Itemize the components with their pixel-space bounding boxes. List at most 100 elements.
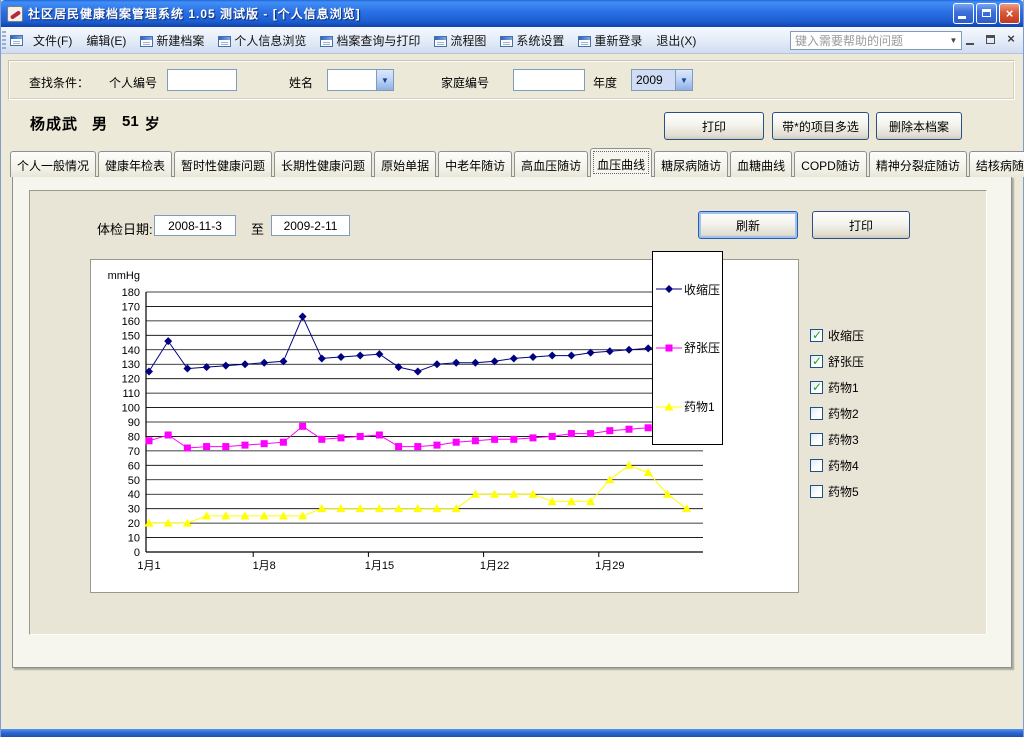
multi-select-button[interactable]: 带*的项目多选	[772, 112, 869, 140]
svg-text:1月15: 1月15	[365, 560, 394, 572]
help-search-combo[interactable]: 键入需要帮助的问题 ▼	[790, 31, 962, 50]
restore-button[interactable]	[976, 3, 997, 24]
tab-11[interactable]: 精神分裂症随访	[869, 151, 967, 177]
checkbox-checked-icon[interactable]: ✓	[810, 329, 823, 342]
menu-item-8[interactable]: 退出(X)	[649, 28, 703, 53]
tab-2[interactable]: 暂时性健康问题	[174, 151, 272, 177]
delete-record-button[interactable]: 删除本档案	[876, 112, 962, 140]
family-id-label: 家庭编号	[441, 74, 489, 91]
tab-10[interactable]: COPD随访	[794, 151, 867, 177]
menu-item-2[interactable]: 新建档案	[133, 28, 211, 53]
chevron-down-icon[interactable]: ▼	[675, 70, 692, 90]
svg-text:140: 140	[122, 345, 140, 357]
tab-6[interactable]: 高血压随访	[514, 151, 588, 177]
name-combobox[interactable]: ▼	[327, 69, 394, 91]
minimize-button[interactable]	[953, 3, 974, 24]
patient-name: 杨成武	[30, 113, 78, 134]
series-checkbox-label: 药物5	[828, 483, 859, 500]
checkbox-checked-icon[interactable]: ✓	[810, 355, 823, 368]
series-checkbox-row-0[interactable]: ✓ 收缩压	[810, 327, 864, 343]
svg-text:60: 60	[128, 460, 140, 472]
svg-text:110: 110	[122, 388, 140, 400]
series-checkbox-row-2[interactable]: ✓ 药物1	[810, 379, 859, 395]
chevron-down-icon[interactable]: ▼	[946, 32, 961, 49]
window-bottom-border	[0, 729, 1024, 737]
form-icon	[218, 36, 231, 47]
series-checkbox-row-6[interactable]: 药物5	[810, 483, 859, 499]
form-icon	[500, 36, 513, 47]
series-checkbox-label: 药物1	[828, 379, 859, 396]
series-checkbox-row-1[interactable]: ✓ 舒张压	[810, 353, 864, 369]
series-checkbox-label: 药物4	[828, 457, 859, 474]
legend-label: 舒张压	[684, 339, 720, 356]
checkbox-unchecked-icon[interactable]	[810, 459, 823, 472]
checkbox-unchecked-icon[interactable]	[810, 433, 823, 446]
series-checkbox-row-4[interactable]: 药物3	[810, 431, 859, 447]
svg-text:120: 120	[122, 374, 140, 386]
checkbox-checked-icon[interactable]: ✓	[810, 381, 823, 394]
series-checkbox-label: 药物2	[828, 405, 859, 422]
help-search-placeholder: 键入需要帮助的问题	[791, 32, 946, 49]
app-icon	[7, 6, 23, 22]
form-icon	[434, 36, 447, 47]
menu-item-1[interactable]: 编辑(E)	[79, 28, 133, 53]
year-combobox-value: 2009	[632, 70, 675, 90]
menu-item-4[interactable]: 档案查询与打印	[313, 28, 427, 53]
svg-text:90: 90	[128, 417, 140, 429]
tab-8[interactable]: 糖尿病随访	[654, 151, 728, 177]
series-checkbox-row-3[interactable]: 药物2	[810, 405, 859, 421]
title-bar: 社区居民健康档案管理系统 1.05 测试版 - [个人信息浏览] ×	[0, 0, 1024, 27]
person-id-input[interactable]	[167, 69, 237, 91]
mdi-restore-icon	[986, 35, 995, 44]
tab-7[interactable]: 血压曲线	[590, 148, 652, 177]
tab-9[interactable]: 血糖曲线	[730, 151, 792, 177]
tab-0[interactable]: 个人一般情况	[10, 151, 96, 177]
check-icon: ✓	[812, 328, 822, 342]
chart-print-button[interactable]: 打印	[812, 211, 910, 239]
date-from-input[interactable]	[154, 215, 236, 236]
menu-item-5[interactable]: 流程图	[427, 28, 493, 53]
patient-age: 51	[122, 113, 139, 134]
print-button[interactable]: 打印	[664, 112, 764, 140]
menu-items: 文件(F)编辑(E)新建档案个人信息浏览档案查询与打印流程图系统设置重新登录退出…	[26, 28, 703, 53]
series-checkbox-row-5[interactable]: 药物4	[810, 457, 859, 473]
toolbar-grip	[2, 31, 6, 50]
diamond-marker-icon	[656, 284, 682, 294]
checkbox-unchecked-icon[interactable]	[810, 407, 823, 420]
series-checkbox-label: 舒张压	[828, 353, 864, 370]
legend-label: 药物1	[684, 398, 715, 415]
series-checkbox-label: 收缩压	[828, 327, 864, 344]
mdi-restore-button[interactable]	[984, 33, 998, 47]
tab-1[interactable]: 健康年检表	[98, 151, 172, 177]
svg-text:180: 180	[122, 287, 140, 299]
menu-item-3[interactable]: 个人信息浏览	[211, 28, 313, 53]
legend-label: 收缩压	[684, 281, 720, 298]
svg-text:170: 170	[122, 301, 140, 313]
patient-info: 杨成武 男 51 岁	[30, 113, 160, 134]
checkbox-unchecked-icon[interactable]	[810, 485, 823, 498]
tab-4[interactable]: 原始单据	[374, 151, 436, 177]
chevron-down-icon[interactable]: ▼	[376, 70, 393, 90]
svg-text:1月22: 1月22	[480, 560, 509, 572]
menu-item-7[interactable]: 重新登录	[571, 28, 649, 53]
refresh-button[interactable]: 刷新	[698, 211, 798, 239]
mdi-close-button[interactable]: ×	[1004, 33, 1018, 47]
year-combobox[interactable]: 2009 ▼	[631, 69, 693, 91]
tab-12[interactable]: 结核病随访	[969, 151, 1024, 177]
year-label: 年度	[593, 74, 617, 91]
menu-item-0[interactable]: 文件(F)	[26, 28, 79, 53]
svg-text:80: 80	[128, 431, 140, 443]
menu-item-6[interactable]: 系统设置	[493, 28, 571, 53]
tab-strip: 个人一般情况健康年检表暂时性健康问题长期性健康问题原始单据中老年随访高血压随访血…	[10, 148, 1024, 177]
date-to-input[interactable]	[271, 215, 350, 236]
name-combobox-value	[328, 70, 376, 90]
chart-legend: 收缩压舒张压药物1	[652, 251, 723, 445]
window-title: 社区居民健康档案管理系统 1.05 测试版 - [个人信息浏览]	[28, 5, 361, 22]
form-icon	[320, 36, 333, 47]
mdi-minimize-button[interactable]	[964, 33, 978, 47]
mdi-child-icon	[10, 35, 23, 46]
tab-3[interactable]: 长期性健康问题	[274, 151, 372, 177]
close-button[interactable]: ×	[999, 3, 1020, 24]
tab-5[interactable]: 中老年随访	[438, 151, 512, 177]
family-id-input[interactable]	[513, 69, 585, 91]
